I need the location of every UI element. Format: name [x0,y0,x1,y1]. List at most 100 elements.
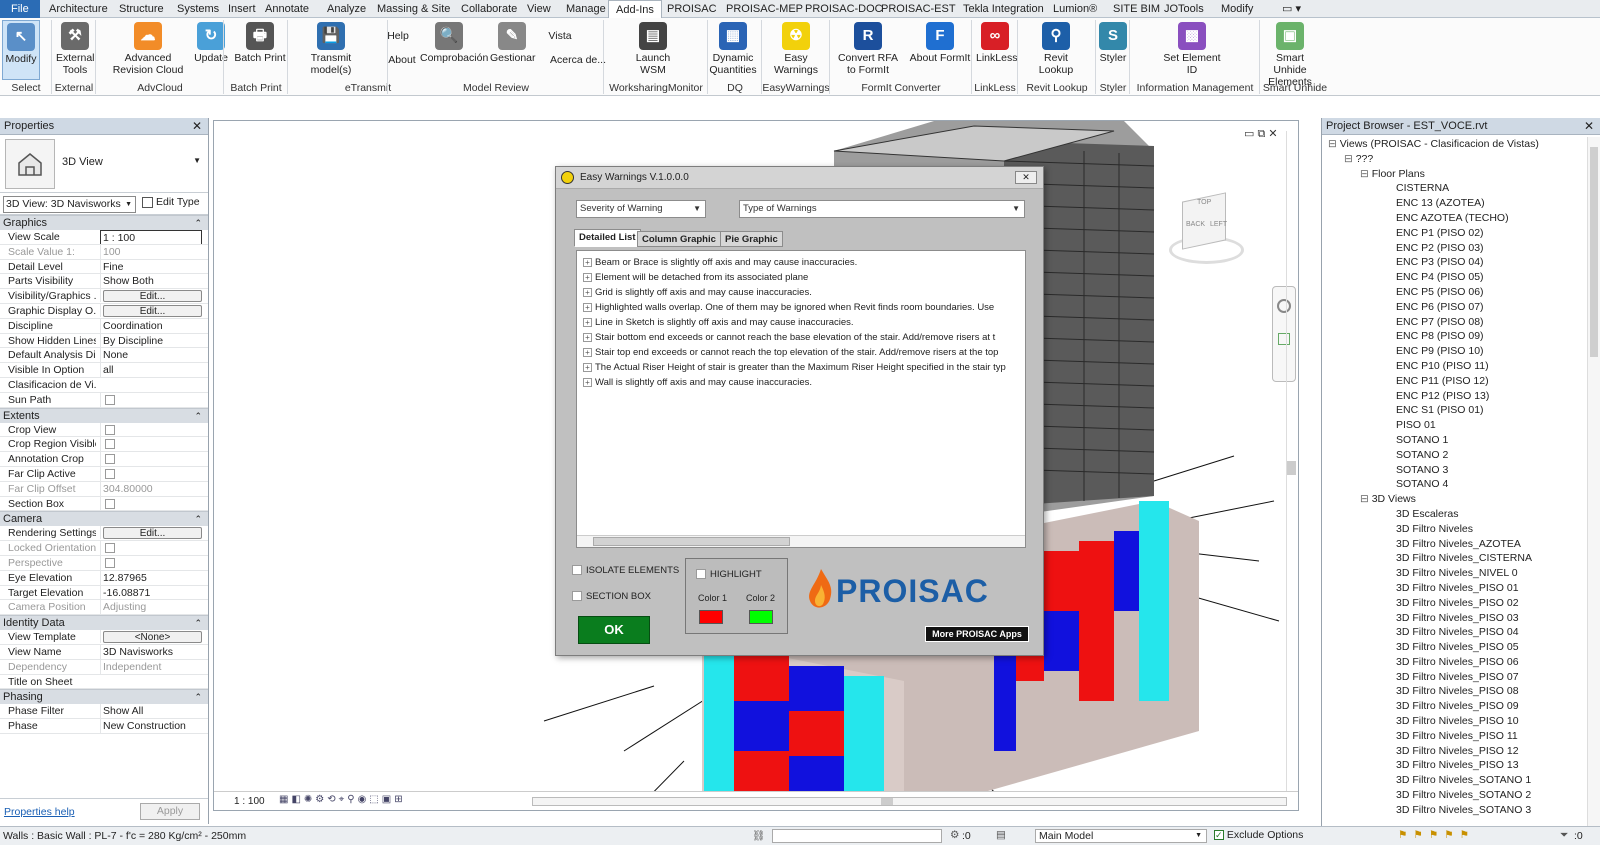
property-row[interactable]: Section Box [0,496,208,512]
expand-icon[interactable]: + [583,377,592,387]
tree-item[interactable]: SOTANO 3 [1322,463,1586,478]
property-value[interactable]: By Discipline [100,333,202,348]
collapse-icon[interactable]: ⌃ [194,216,202,231]
warning-item[interactable]: + Stair bottom end exceeds or cannot reac… [577,330,1025,345]
tree-item[interactable]: ENC P6 (PISO 07) [1322,300,1586,315]
tree-item[interactable]: CISTERNA [1322,181,1586,196]
property-value[interactable]: Fine [100,259,202,274]
easy-warnings-button[interactable]: ☢ Easy Warnings [768,20,824,80]
property-value[interactable]: Coordination [100,318,202,333]
tree-item[interactable]: ENC P12 (PISO 13) [1322,389,1586,404]
property-row[interactable]: Detail Level Fine [0,259,208,275]
worksets-icon[interactable]: ⛓ [752,829,765,842]
smart-unhide-elements-button[interactable]: ▣ Smart Unhide Elements [1258,20,1322,88]
property-value[interactable]: Show Both [100,274,202,289]
expand-icon[interactable]: + [583,362,592,372]
tab-lumion[interactable]: Lumion® [1053,0,1097,18]
tree-item[interactable]: ENC P10 (PISO 11) [1322,359,1586,374]
property-row[interactable]: Locked Orientation [0,541,208,556]
tree-item[interactable]: ENC P5 (PISO 06) [1322,285,1586,300]
vertical-scrollbar[interactable] [1286,131,1296,791]
tree-item[interactable]: ENC P7 (PISO 08) [1322,315,1586,330]
collapse-icon[interactable]: ⊟ [1344,153,1356,165]
update-button[interactable]: ↻ Update [192,20,230,80]
tree-item[interactable]: ENC P3 (PISO 04) [1322,255,1586,270]
property-row[interactable]: Rendering Settings Edit... [0,526,208,542]
property-value[interactable]: Show All [100,704,202,719]
property-checkbox[interactable] [105,439,115,450]
vertical-scrollbar[interactable] [1587,137,1600,826]
tab-insert[interactable]: Insert [228,0,256,18]
property-value[interactable]: Edit... [100,526,202,540]
property-row[interactable]: Show Hidden Lines By Discipline [0,333,208,349]
property-value[interactable] [100,555,202,570]
tab-proisac[interactable]: PROISAC [667,0,717,18]
property-edit-button[interactable]: Edit... [103,290,202,303]
tree-node[interactable]: ⊟ ??? [1322,152,1586,167]
property-row[interactable]: Phase Filter Show All [0,704,208,720]
tree-item[interactable]: SOTANO 4 [1322,477,1586,492]
tree-item[interactable]: 3D Filtro Niveles_PISO 02 [1322,596,1586,611]
tab-proisac-est[interactable]: PROISAC-EST [881,0,956,18]
property-value[interactable] [100,452,202,466]
tree-item[interactable]: ENC P11 (PISO 12) [1322,374,1586,389]
about-formit-button[interactable]: F About FormIt [906,20,974,80]
tab-massing-site[interactable]: Massing & Site [377,0,450,18]
property-row[interactable]: Parts Visibility Show Both [0,274,208,290]
comprobaci-n-button[interactable]: 🔍 Comprobación [420,20,488,80]
selection-filter-icons[interactable]: ⚑⚑⚑⚑⚑ [1398,829,1475,841]
tab-site-bim[interactable]: SITE BIM [1113,0,1160,18]
color1-swatch[interactable] [699,610,723,624]
tree-item[interactable]: 3D Filtro Niveles_NIVEL 0 [1322,566,1586,581]
property-checkbox[interactable] [105,557,115,568]
expand-icon[interactable]: + [583,272,592,282]
group-graphics[interactable]: Graphics ⌃ [0,215,208,230]
tab-jotools[interactable]: JOTools [1164,0,1204,18]
tab-file[interactable]: File [0,0,40,18]
property-row[interactable]: Camera Position Adjusting [0,600,208,616]
linkless-button[interactable]: ∞ LinkLess [976,20,1017,80]
property-value[interactable]: Edit... [100,303,202,317]
expand-icon[interactable]: + [583,287,592,297]
more-apps-button[interactable]: More PROISAC Apps [925,626,1029,642]
horizontal-scrollbar[interactable] [577,535,1025,547]
warning-item[interactable]: + Line in Sketch is slightly off axis and… [577,315,1025,330]
property-checkbox[interactable] [105,498,115,509]
property-value[interactable]: 1 : 100 [100,230,202,244]
warning-item[interactable]: + Grid is slightly off axis and may cause… [577,285,1025,300]
property-value[interactable] [100,437,202,452]
tree-item[interactable]: SOTANO 2 [1322,448,1586,463]
tree-item[interactable]: 3D Filtro Niveles_PISO 05 [1322,640,1586,655]
revit-lookup-button[interactable]: ⚲ Revit Lookup [1026,20,1086,80]
property-checkbox[interactable] [105,468,115,479]
property-value[interactable]: Adjusting [100,600,202,615]
chevron-down-icon[interactable]: ▼ [193,156,201,165]
view-scale[interactable]: 1 : 100 [234,796,265,807]
property-checkbox[interactable] [105,394,115,405]
collapse-icon[interactable]: ⌃ [194,616,202,631]
collapse-icon[interactable]: ⌃ [194,690,202,705]
group-extents[interactable]: Extents ⌃ [0,407,208,423]
tab-detailed-list[interactable]: Detailed List [574,229,641,247]
tree-item[interactable]: 3D Filtro Niveles_PISO 04 [1322,625,1586,640]
tab-proisac-mep[interactable]: PROISAC-MEP [726,0,803,18]
property-row[interactable]: Graphic Display O... Edit... [0,303,208,319]
property-row[interactable]: Far Clip Offset 304.80000 [0,481,208,497]
tree-item[interactable]: 3D Filtro Niveles_AZOTEA [1322,537,1586,552]
property-row[interactable]: View Name 3D Navisworks [0,644,208,660]
tree-item[interactable]: 3D Filtro Niveles_PISO 09 [1322,699,1586,714]
tab-column-graphic[interactable]: Column Graphic [637,231,721,247]
set-element-id-button[interactable]: ▩ Set Element ID [1160,20,1224,80]
browser-tree[interactable]: ⊟ Views (PROISAC - Clasificacion de Vist… [1322,137,1586,826]
property-row[interactable]: Crop Region Visible [0,437,208,453]
view-control-icons[interactable]: ▦◧✺⚙⟲⌖⚲◉⬚▣⊞ [279,794,406,805]
property-value[interactable]: -16.08871 [100,585,202,600]
property-value[interactable]: None [100,348,202,363]
property-row[interactable]: Sun Path [0,392,208,408]
property-row[interactable]: Dependency Independent [0,659,208,675]
tree-item[interactable]: 3D Filtro Niveles_PISO 06 [1322,655,1586,670]
gestionar-button[interactable]: ✎ Gestionar [490,20,536,80]
collapse-icon[interactable]: ⊟ [1360,168,1372,180]
tab-collaborate[interactable]: Collaborate [461,0,517,18]
close-icon[interactable]: ✕ [192,118,202,135]
